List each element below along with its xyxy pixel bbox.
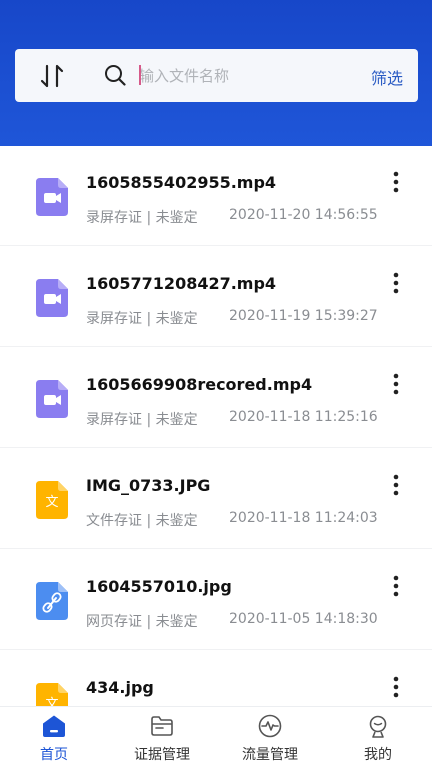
file-name: 1604557010.jpg	[86, 577, 232, 596]
file-row[interactable]: 1604557010.jpg 网页存证 | 未鉴定 2020-11-05 14:…	[0, 550, 432, 650]
link-file-icon	[36, 582, 68, 620]
tab-evidence-management[interactable]: 证据管理	[108, 707, 216, 768]
document-file-icon: 文	[36, 683, 68, 706]
video-file-icon	[36, 279, 68, 317]
text-cursor	[139, 65, 141, 85]
file-category: 录屏存证 | 未鉴定	[86, 412, 198, 428]
more-options-icon[interactable]	[386, 271, 406, 295]
video-file-icon	[36, 178, 68, 216]
tab-label: 证据管理	[134, 747, 190, 763]
file-row[interactable]: 1605669908recored.mp4 录屏存证 | 未鉴定 2020-11…	[0, 348, 432, 448]
tab-label: 我的	[364, 747, 392, 763]
tab-label: 流量管理	[242, 747, 298, 763]
file-list: 1605855402955.mp4 录屏存证 | 未鉴定 2020-11-20 …	[0, 146, 432, 706]
file-name: IMG_0733.JPG	[86, 476, 211, 495]
pulse-icon	[258, 714, 282, 738]
file-row[interactable]: 文 IMG_0733.JPG 文件存证 | 未鉴定 2020-11-18 11:…	[0, 449, 432, 549]
file-row[interactable]: 1605855402955.mp4 录屏存证 | 未鉴定 2020-11-20 …	[0, 146, 432, 246]
more-options-icon[interactable]	[386, 675, 406, 699]
filter-button[interactable]: 筛选	[371, 65, 403, 89]
search-bar: 筛选	[15, 49, 418, 102]
file-name: 434.jpg	[86, 678, 154, 697]
file-category: 录屏存证 | 未鉴定	[86, 210, 198, 226]
search-icon	[105, 65, 126, 86]
file-timestamp: 2020-11-18 11:24:03	[229, 510, 378, 526]
file-category: 网页存证 | 未鉴定	[86, 614, 198, 630]
file-name: 1605669908recored.mp4	[86, 375, 313, 394]
more-options-icon[interactable]	[386, 574, 406, 598]
bottom-tab-bar: 首页 证据管理 流量管理 我的	[0, 706, 432, 768]
file-category: 文件存证 | 未鉴定	[86, 513, 198, 529]
tab-profile[interactable]: 我的	[324, 707, 432, 768]
file-timestamp: 2020-11-19 15:39:27	[229, 308, 378, 324]
tab-traffic-management[interactable]: 流量管理	[216, 707, 324, 768]
tab-label: 首页	[40, 747, 68, 763]
file-row[interactable]: 1605771208427.mp4 录屏存证 | 未鉴定 2020-11-19 …	[0, 247, 432, 347]
more-options-icon[interactable]	[386, 170, 406, 194]
search-input[interactable]	[139, 63, 339, 89]
file-timestamp: 2020-11-18 11:25:16	[229, 409, 378, 425]
home-icon	[43, 715, 65, 737]
file-name: 1605855402955.mp4	[86, 173, 277, 192]
file-category: 录屏存证 | 未鉴定	[86, 311, 198, 327]
tab-home[interactable]: 首页	[0, 707, 108, 768]
file-timestamp: 2020-11-20 14:56:55	[229, 207, 378, 223]
profile-icon	[369, 715, 387, 738]
file-icon-glyph: 文	[45, 697, 58, 706]
file-timestamp: 2020-11-05 14:18:30	[229, 611, 378, 627]
file-name: 1605771208427.mp4	[86, 274, 277, 293]
file-row[interactable]: 文 434.jpg	[0, 651, 432, 706]
sort-icon[interactable]	[39, 62, 65, 90]
file-icon-glyph: 文	[45, 495, 58, 510]
header: 筛选	[0, 0, 432, 146]
video-file-icon	[36, 380, 68, 418]
folder-icon	[151, 716, 173, 736]
more-options-icon[interactable]	[386, 473, 406, 497]
more-options-icon[interactable]	[386, 372, 406, 396]
document-file-icon: 文	[36, 481, 68, 519]
